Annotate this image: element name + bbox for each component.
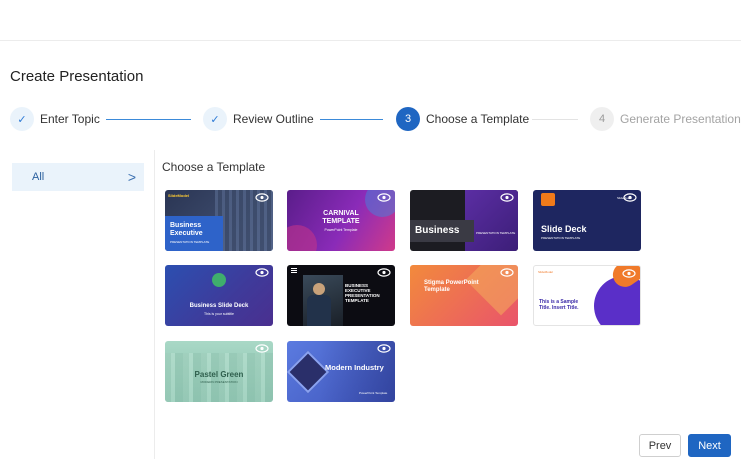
step-enter-topic: ✓ Enter Topic bbox=[10, 107, 100, 131]
eye-icon[interactable] bbox=[500, 268, 514, 277]
sidebar-item-label: All bbox=[32, 171, 45, 183]
eye-icon[interactable] bbox=[500, 193, 514, 202]
category-sidebar: All > bbox=[0, 150, 155, 459]
template-title: Business Slide Deck bbox=[189, 303, 249, 309]
step-connector bbox=[320, 119, 383, 120]
step-number: 4 bbox=[590, 107, 614, 131]
template-card[interactable]: Stigma PowerPoint Template bbox=[410, 265, 518, 326]
template-title: Pastel Green bbox=[194, 370, 244, 379]
eye-icon[interactable] bbox=[255, 268, 269, 277]
template-brand: SlideModel bbox=[168, 193, 190, 198]
eye-icon[interactable] bbox=[377, 268, 391, 277]
page-title: Create Presentation bbox=[10, 68, 144, 85]
step-number: 3 bbox=[396, 107, 420, 131]
template-subtitle: MODERN PRESENTATION bbox=[200, 380, 238, 384]
template-subtitle: PRESENTATION TEMPLATE bbox=[541, 236, 581, 240]
step-connector bbox=[106, 119, 191, 120]
section-title: Choose a Template bbox=[162, 160, 266, 174]
template-title: Business bbox=[415, 225, 460, 236]
step-label: Generate Presentation bbox=[620, 112, 741, 126]
template-subtitle: PowerPoint Template bbox=[359, 391, 388, 395]
template-title: Modern Industry bbox=[325, 363, 384, 372]
template-brand: SlideModel bbox=[538, 270, 553, 274]
template-subtitle: PRESENTATION TEMPLATE bbox=[476, 231, 516, 235]
template-card[interactable]: Pastel Green MODERN PRESENTATION bbox=[165, 341, 273, 402]
template-title: Business Executive bbox=[170, 222, 203, 237]
eye-icon[interactable] bbox=[377, 344, 391, 353]
template-card[interactable]: SlideModel Slide Deck PRESENTATION TEMPL… bbox=[533, 190, 641, 251]
top-bar bbox=[0, 0, 741, 41]
template-title: CARNIVAL TEMPLATE bbox=[322, 210, 360, 225]
template-card[interactable]: Modern Industry PowerPoint Template bbox=[287, 341, 395, 402]
step-label: Choose a Template bbox=[426, 112, 530, 126]
template-card[interactable]: Business PRESENTATION TEMPLATE bbox=[410, 190, 518, 251]
step-label: Enter Topic bbox=[40, 112, 100, 126]
step-choose-template: 3 Choose a Template bbox=[396, 107, 529, 131]
eye-icon[interactable] bbox=[623, 193, 637, 202]
step-connector bbox=[532, 119, 578, 120]
template-card[interactable]: SlideModel Business Executive PRESENTATI… bbox=[165, 190, 273, 251]
check-icon: ✓ bbox=[10, 107, 34, 131]
prev-button[interactable]: Prev bbox=[639, 434, 681, 457]
template-title: BUSINESS EXECUTIVE PRESENTATION TEMPLATE bbox=[345, 283, 380, 303]
template-card[interactable]: SlideModel This is a Sample Title. Inser… bbox=[533, 265, 641, 326]
sidebar-item-all[interactable]: All > bbox=[12, 163, 144, 191]
chevron-right-icon: > bbox=[127, 169, 136, 185]
template-subtitle: This is your subtitle bbox=[204, 312, 234, 316]
step-generate-presentation: 4 Generate Presentation bbox=[590, 107, 741, 131]
template-card[interactable]: BUSINESS EXECUTIVE PRESENTATION TEMPLATE bbox=[287, 265, 395, 326]
template-subtitle: PowerPoint Template bbox=[324, 228, 358, 232]
eye-icon[interactable] bbox=[255, 193, 269, 202]
template-title: Slide Deck bbox=[541, 224, 587, 234]
next-button[interactable]: Next bbox=[688, 434, 731, 457]
template-title: Stigma PowerPoint Template bbox=[424, 280, 479, 293]
template-card[interactable]: Business Slide Deck This is your subtitl… bbox=[165, 265, 273, 326]
step-review-outline: ✓ Review Outline bbox=[203, 107, 314, 131]
eye-icon[interactable] bbox=[255, 344, 269, 353]
eye-icon[interactable] bbox=[622, 269, 636, 278]
template-card[interactable]: CARNIVAL TEMPLATE PowerPoint Template bbox=[287, 190, 395, 251]
check-icon: ✓ bbox=[203, 107, 227, 131]
eye-icon[interactable] bbox=[377, 193, 391, 202]
template-title: This is a Sample Title. Insert Title. bbox=[539, 299, 579, 311]
template-subtitle: PRESENTATION TEMPLATE bbox=[170, 240, 210, 244]
step-label: Review Outline bbox=[233, 112, 314, 126]
